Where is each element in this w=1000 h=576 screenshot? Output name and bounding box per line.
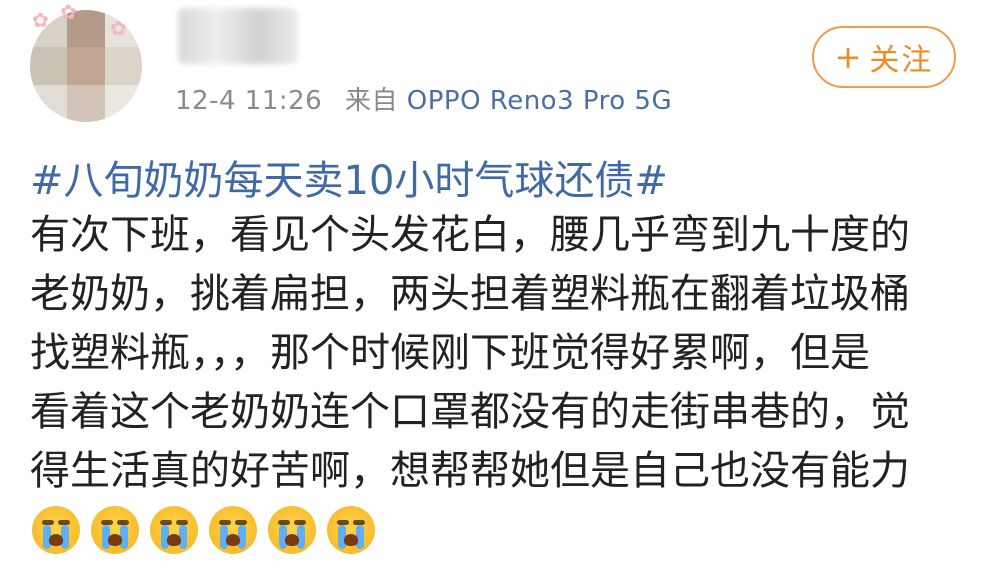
- source-device[interactable]: OPPO Reno3 Pro 5G: [407, 86, 672, 116]
- follow-button[interactable]: + 关注: [812, 26, 956, 88]
- post-meta: 12-4 11:26 来自 OPPO Reno3 Pro 5G: [175, 80, 672, 117]
- post-text-line: 看着这个老奶奶连个口罩都没有的走街串巷的，觉: [30, 389, 910, 435]
- source-prefix: 来自: [344, 86, 398, 116]
- post-text-line: 找塑料瓶，，，那个时候刚下班觉得好累啊，但是: [30, 330, 870, 376]
- flower-icon: ✿: [110, 16, 127, 40]
- crying-face-icon: [327, 506, 375, 554]
- flower-icon: ✿: [32, 8, 49, 32]
- crying-face-icon: [209, 506, 257, 554]
- hashtag-link[interactable]: #八旬奶奶每天卖10小时气球还债#: [30, 148, 668, 206]
- post-text-line: 得生活真的好苦啊，想帮帮她但是自己也没有能力: [30, 448, 910, 494]
- plus-icon: +: [834, 38, 864, 76]
- flower-icon: ✿: [60, 0, 77, 24]
- crying-face-icon: [32, 506, 80, 554]
- crying-face-icon: [91, 506, 139, 554]
- post-text-line: 老奶奶，挑着扁担，两头担着塑料瓶在翻着垃圾桶: [30, 271, 910, 317]
- username[interactable]: [178, 8, 298, 64]
- post-text-line: 有次下班，看见个头发花白，腰几乎弯到九十度的: [30, 212, 910, 258]
- crying-face-icon: [150, 506, 198, 554]
- emoji-row: [32, 506, 375, 554]
- post-body: 有次下班，看见个头发花白，腰几乎弯到九十度的 老奶奶，挑着扁担，两头担着塑料瓶在…: [30, 206, 970, 501]
- follow-label: 关注: [869, 43, 934, 78]
- post-time: 12-4 11:26: [175, 86, 323, 116]
- crying-face-icon: [268, 506, 316, 554]
